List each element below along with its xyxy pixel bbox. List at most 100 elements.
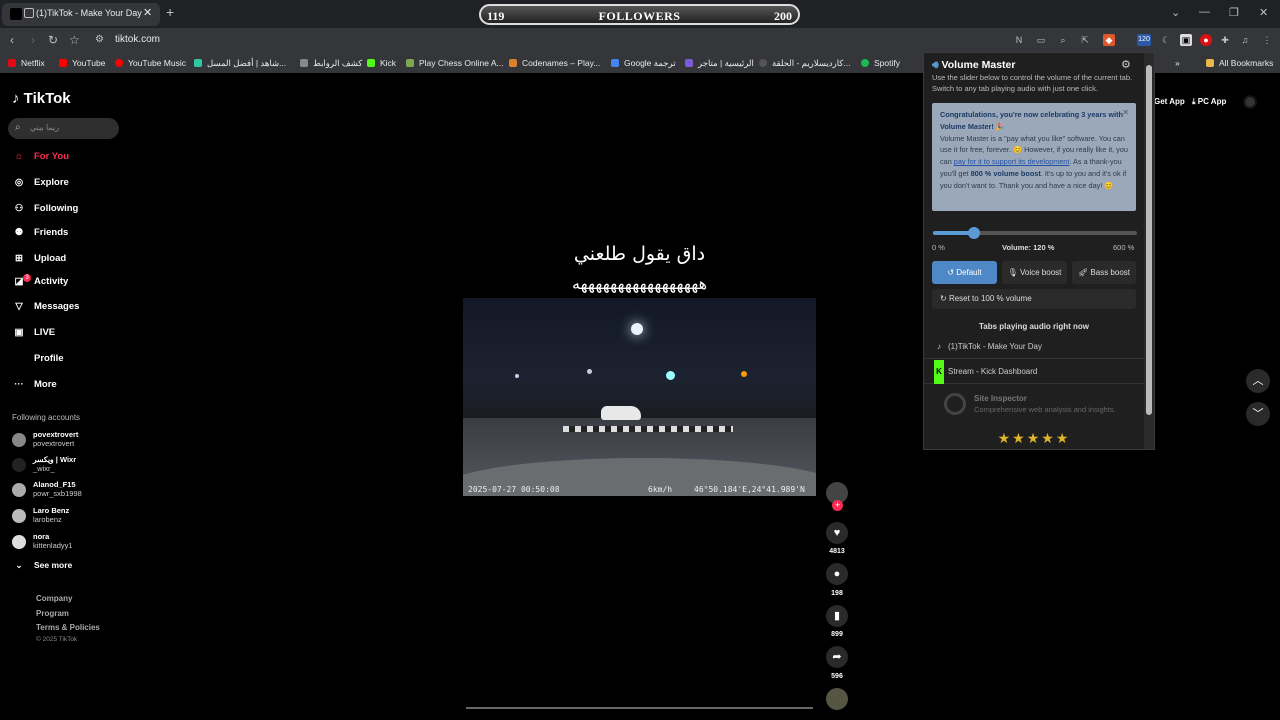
user-avatar[interactable] — [1243, 95, 1257, 109]
cast-icon[interactable]: ▭ — [1035, 34, 1047, 46]
nav-explore[interactable]: ◎ Explore — [12, 177, 69, 188]
forward-icon[interactable]: › — [31, 33, 35, 47]
tab-search-icon[interactable]: ⌄ — [1171, 6, 1180, 19]
brave-shield-icon[interactable]: ◆ — [1103, 34, 1115, 46]
bookmark-netflix[interactable]: Netflix — [8, 58, 45, 68]
volume-master-subtitle: Use the slider below to control the volu… — [932, 73, 1133, 93]
share-icon[interactable]: ⇱ — [1079, 34, 1091, 46]
nav-profile[interactable]: Profile — [12, 353, 64, 364]
store-icon — [685, 59, 693, 67]
back-icon[interactable]: ‹ — [10, 33, 14, 47]
minimize-icon[interactable]: — — [1199, 6, 1210, 18]
sidebar-icon[interactable]: ⋮ — [1261, 34, 1273, 46]
account-item[interactable]: povextrovert povextrovert — [12, 430, 122, 454]
bookmark-google-translate[interactable]: Google ترجمة — [611, 58, 676, 69]
promo-support-link[interactable]: pay for it to support its development — [954, 157, 1070, 166]
bookmark-youtube-music[interactable]: YouTube Music — [115, 58, 186, 68]
extension-icon[interactable]: N — [1013, 34, 1025, 46]
nav-messages[interactable]: ▽ Messages — [12, 301, 79, 312]
nav-upload[interactable]: ⊞ Upload — [12, 253, 66, 264]
audio-tab-item[interactable]: ♪ (1)TikTok - Make Your Day — [924, 335, 1144, 359]
previous-video-chevron-up-icon[interactable]: ︿ — [1246, 369, 1270, 393]
followers-goal: 200 — [774, 9, 792, 23]
bookmark-store[interactable]: الرئيسية | متاجر — [685, 58, 754, 69]
account-item[interactable]: ويكسر | Wixr _wixr_ — [12, 455, 122, 479]
more-icon: ··· — [14, 379, 24, 390]
bookmark-codenames[interactable]: Codenames – Play... — [509, 58, 600, 68]
get-app-button[interactable]: Get App — [1154, 97, 1185, 106]
zoom-icon[interactable]: ⌕ — [1057, 34, 1069, 46]
followers-counter-overlay: 119 FOLLOWERS 200 — [479, 4, 800, 25]
extensions-puzzle-icon[interactable]: ✚ — [1219, 34, 1231, 46]
sound-disc-icon[interactable] — [826, 688, 848, 710]
bookmark-youtube[interactable]: YouTube — [59, 58, 105, 68]
netflix-icon — [8, 59, 16, 67]
account-item[interactable]: Alanod_F15 powr_sxb1998 — [12, 480, 122, 504]
volume-master-ext-icon[interactable]: 120 — [1137, 34, 1151, 46]
episode-icon — [759, 59, 767, 67]
volume-slider[interactable] — [933, 227, 1137, 239]
bookmarks-overflow-icon[interactable]: » — [1175, 58, 1180, 68]
next-video-chevron-down-icon[interactable]: ﹀ — [1246, 402, 1270, 426]
comment-icon[interactable]: ● — [826, 563, 848, 585]
popup-scrollbar-thumb[interactable] — [1146, 65, 1152, 415]
video-player[interactable]: 2025-07-27 00:50:08 6km/h 46°50.184'E,24… — [463, 298, 816, 496]
search-input[interactable]: ⌕ ريما بيني — [8, 118, 119, 139]
url-field[interactable]: tiktok.com — [115, 34, 160, 45]
nav-live[interactable]: ▣ LIVE — [12, 327, 56, 338]
site-inspector-title[interactable]: Site Inspector — [974, 394, 1027, 403]
all-bookmarks[interactable]: All Bookmarks — [1206, 58, 1273, 68]
bookmark-shahid[interactable]: شاهد | أفضل المسل... — [194, 58, 286, 69]
reload-icon[interactable]: ↻ — [48, 33, 58, 47]
pc-app-button[interactable]: ⤓ PC App — [1192, 97, 1226, 107]
voice-boost-button[interactable]: 🎙︎ Voice boost — [1002, 261, 1067, 284]
reset-volume-button[interactable]: ↻ Reset to 100 % volume — [932, 289, 1136, 309]
bookmark-chess[interactable]: Play Chess Online A... — [406, 58, 504, 68]
bookmark-kick[interactable]: Kick — [367, 58, 396, 68]
close-tab-icon[interactable]: ✕ — [143, 6, 152, 19]
default-button[interactable]: ↺ Default — [932, 261, 997, 284]
nav-following[interactable]: ⚇ Following — [12, 203, 79, 214]
browser-tab[interactable]: (1)TikTok - Make Your Day ✕ — [2, 3, 160, 26]
live-icon: ▣ — [14, 327, 24, 338]
account-item[interactable]: nora kittenladyy1 — [12, 532, 122, 556]
bookmark-episode[interactable]: كارديسلاريم - الحلقة... — [759, 58, 850, 69]
volume-slider-handle[interactable] — [967, 227, 980, 239]
settings-gear-icon[interactable]: ⚙ — [1121, 58, 1131, 71]
extension-icon-3[interactable]: ● — [1200, 34, 1212, 46]
bookmark-spotify[interactable]: Spotify — [861, 58, 900, 68]
follow-plus-icon[interactable]: + — [832, 500, 843, 511]
bookmark-icon[interactable]: ▮ — [826, 605, 848, 627]
media-control-icon[interactable]: ♫ — [1239, 34, 1251, 46]
popup-scrollbar[interactable] — [1144, 53, 1154, 449]
close-window-icon[interactable]: ✕ — [1259, 6, 1268, 19]
account-item[interactable]: Laro Benz larobenz — [12, 506, 122, 530]
footer-terms[interactable]: Terms & Policies — [36, 623, 100, 632]
footer-program[interactable]: Program — [36, 609, 69, 618]
new-tab-button[interactable]: + — [166, 4, 174, 20]
dashcam-speed: 6km/h — [648, 485, 673, 494]
like-heart-icon[interactable]: ♥ — [826, 522, 848, 544]
bookmark-link-checker[interactable]: كشف الروابط — [300, 58, 362, 69]
tiktok-logo[interactable]: ♪ TikTok — [12, 90, 71, 107]
extension-icon-2[interactable]: ▣ — [1180, 34, 1192, 46]
nav-friends[interactable]: ⚉ Friends — [12, 227, 69, 238]
bass-boost-button[interactable]: 🚀︎ Bass boost — [1072, 261, 1136, 284]
kick-icon: K — [934, 360, 944, 384]
bookmark-star-icon[interactable]: ☆ — [69, 33, 80, 47]
audio-tab-item[interactable]: K Stream - Kick Dashboard — [924, 360, 1144, 384]
share-arrow-icon[interactable]: ➦ — [826, 646, 848, 668]
footer-company[interactable]: Company — [36, 594, 72, 603]
volume-max-label: 600 % — [1113, 243, 1135, 252]
video-progress-bar[interactable] — [466, 707, 813, 709]
moon-extension-icon[interactable]: ☾ — [1160, 34, 1172, 46]
site-info-icon[interactable]: ⚙ — [95, 34, 104, 45]
home-icon: ⌂ — [16, 151, 22, 162]
maximize-icon[interactable]: ❐ — [1229, 6, 1239, 19]
close-promo-icon[interactable]: ✕ — [1122, 107, 1129, 119]
see-more-link[interactable]: ⌄ See more — [12, 560, 72, 571]
rating-stars[interactable]: ★★★★★ — [924, 430, 1144, 447]
nav-more[interactable]: ··· More — [12, 379, 56, 390]
nav-activity[interactable]: ◪ Activity — [12, 276, 69, 287]
nav-for-you[interactable]: ⌂ For You — [12, 151, 69, 162]
